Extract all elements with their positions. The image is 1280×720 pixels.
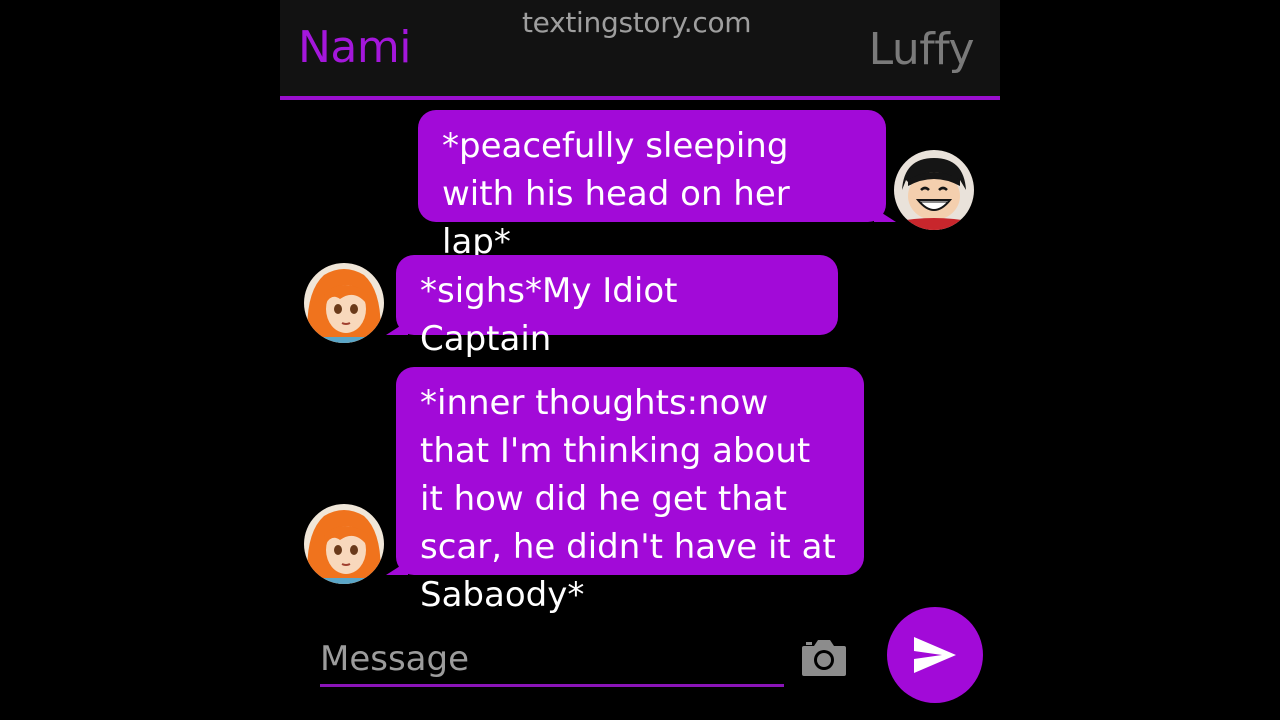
send-button[interactable] bbox=[887, 607, 983, 703]
message-input-underline bbox=[320, 684, 784, 687]
message-input[interactable] bbox=[320, 636, 770, 682]
message-text: *peacefully sleeping with his head on he… bbox=[442, 126, 790, 262]
message-text: *inner thoughts:now that I'm thinking ab… bbox=[420, 383, 836, 615]
chat-screen: Nami textingstory.com Luffy *peacefully … bbox=[280, 0, 1000, 720]
message-bubble-received[interactable]: *sighs*My Idiot Captain bbox=[386, 255, 838, 359]
watermark: textingstory.com bbox=[522, 6, 752, 39]
left-contact-name[interactable]: Nami bbox=[298, 22, 411, 73]
chat-header: Nami textingstory.com Luffy bbox=[280, 0, 1000, 100]
nami-avatar[interactable] bbox=[304, 263, 384, 343]
send-icon bbox=[914, 637, 956, 673]
message-bubble-sent[interactable]: *peacefully sleeping with his head on he… bbox=[418, 110, 896, 262]
message-text: *sighs*My Idiot Captain bbox=[420, 271, 678, 359]
right-contact-name[interactable]: Luffy bbox=[869, 24, 975, 75]
luffy-avatar[interactable] bbox=[894, 150, 974, 230]
nami-avatar[interactable] bbox=[304, 504, 384, 584]
camera-icon[interactable] bbox=[800, 638, 848, 678]
message-bubble-received[interactable]: *inner thoughts:now that I'm thinking ab… bbox=[386, 367, 864, 615]
